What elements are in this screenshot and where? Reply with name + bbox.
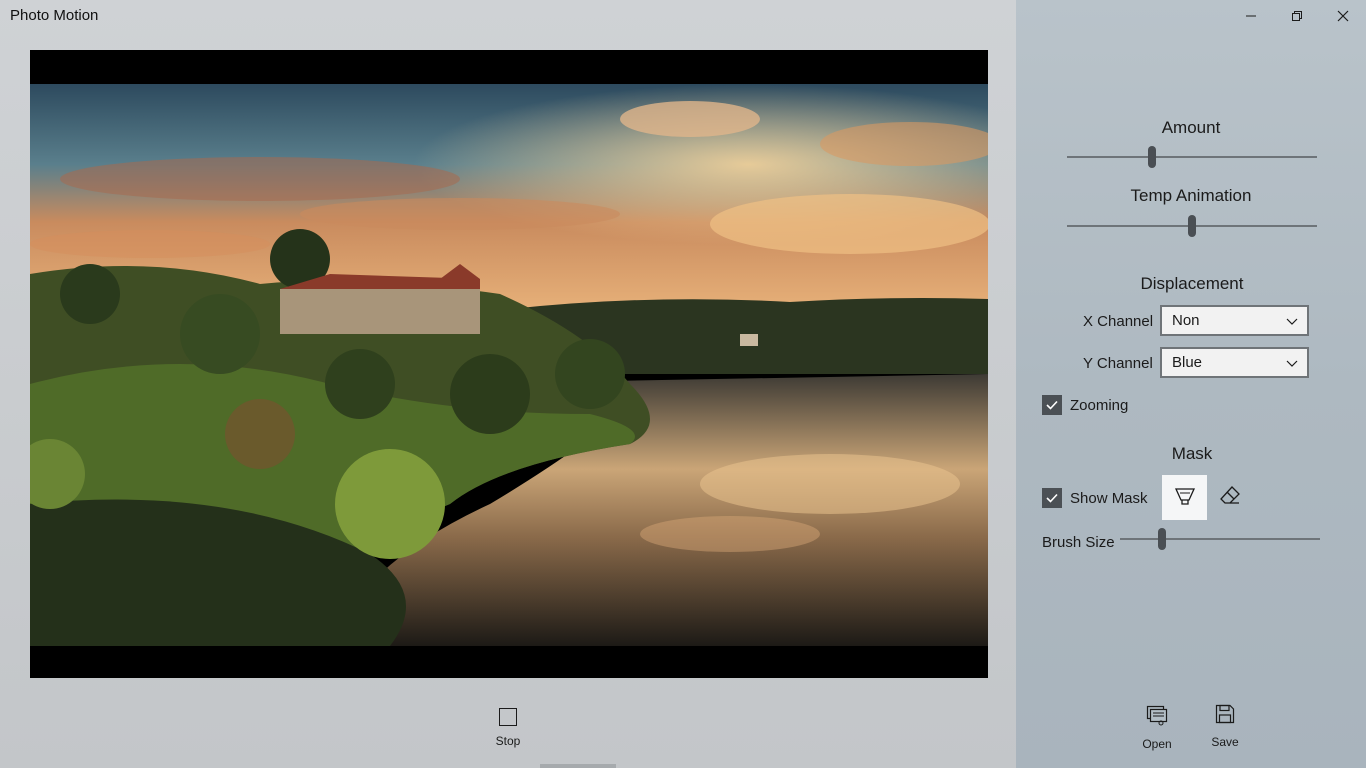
show-mask-label: Show Mask xyxy=(1070,489,1148,507)
y-channel-value: Blue xyxy=(1172,354,1203,371)
x-channel-value: Non xyxy=(1172,312,1200,329)
eraser-icon xyxy=(1219,484,1241,511)
chevron-down-icon xyxy=(1285,356,1299,374)
horizontal-scroll-indicator[interactable] xyxy=(540,764,616,768)
photo-preview-frame[interactable] xyxy=(30,50,988,678)
landscape-photo[interactable] xyxy=(30,84,988,646)
app-title: Photo Motion xyxy=(10,7,99,24)
save-icon xyxy=(1215,704,1235,729)
x-channel-label: X Channel xyxy=(1083,313,1154,330)
open-label: Open xyxy=(1142,737,1172,751)
canvas-area: Photo Motion Stop xyxy=(0,0,1016,768)
open-button[interactable]: Open xyxy=(1132,704,1182,752)
stop-icon xyxy=(499,708,517,726)
brush-tool-button[interactable] xyxy=(1162,475,1207,520)
settings-panel: Amount Temp Animation Displacement X Cha… xyxy=(1016,0,1366,768)
y-channel-select[interactable]: Blue xyxy=(1160,347,1309,378)
brush-icon xyxy=(1174,484,1196,511)
checkmark-icon xyxy=(1042,395,1062,415)
brush-size-slider-thumb[interactable] xyxy=(1158,528,1166,550)
show-mask-checkbox[interactable]: Show Mask xyxy=(1042,488,1148,508)
window-controls xyxy=(1228,0,1366,32)
restore-icon[interactable] xyxy=(1274,0,1320,32)
y-channel-label: Y Channel xyxy=(1083,355,1153,372)
stop-button[interactable]: Stop xyxy=(480,704,536,752)
x-channel-select[interactable]: Non xyxy=(1160,305,1309,336)
temp-animation-slider-thumb[interactable] xyxy=(1188,215,1196,237)
temp-animation-slider[interactable] xyxy=(1067,214,1317,238)
minimize-icon[interactable] xyxy=(1228,0,1274,32)
zooming-label: Zooming xyxy=(1070,396,1129,414)
checkmark-icon xyxy=(1042,488,1062,508)
amount-label: Amount xyxy=(1161,118,1221,137)
eraser-tool-button[interactable] xyxy=(1207,475,1252,520)
save-button[interactable]: Save xyxy=(1200,704,1250,752)
temp-animation-label: Temp Animation xyxy=(1130,186,1252,205)
stop-label: Stop xyxy=(495,734,521,748)
close-icon[interactable] xyxy=(1320,0,1366,32)
brush-size-label: Brush Size xyxy=(1042,534,1115,551)
chevron-down-icon xyxy=(1285,314,1299,332)
zooming-checkbox[interactable]: Zooming xyxy=(1042,395,1128,415)
save-label: Save xyxy=(1211,735,1239,749)
mask-title: Mask xyxy=(1171,444,1213,463)
displacement-title: Displacement xyxy=(1140,274,1244,293)
amount-slider-track xyxy=(1067,156,1317,158)
brush-size-slider-track xyxy=(1120,538,1320,540)
brush-size-slider[interactable] xyxy=(1120,527,1320,551)
open-icon xyxy=(1146,704,1168,731)
amount-slider[interactable] xyxy=(1067,145,1317,169)
amount-slider-thumb[interactable] xyxy=(1148,146,1156,168)
